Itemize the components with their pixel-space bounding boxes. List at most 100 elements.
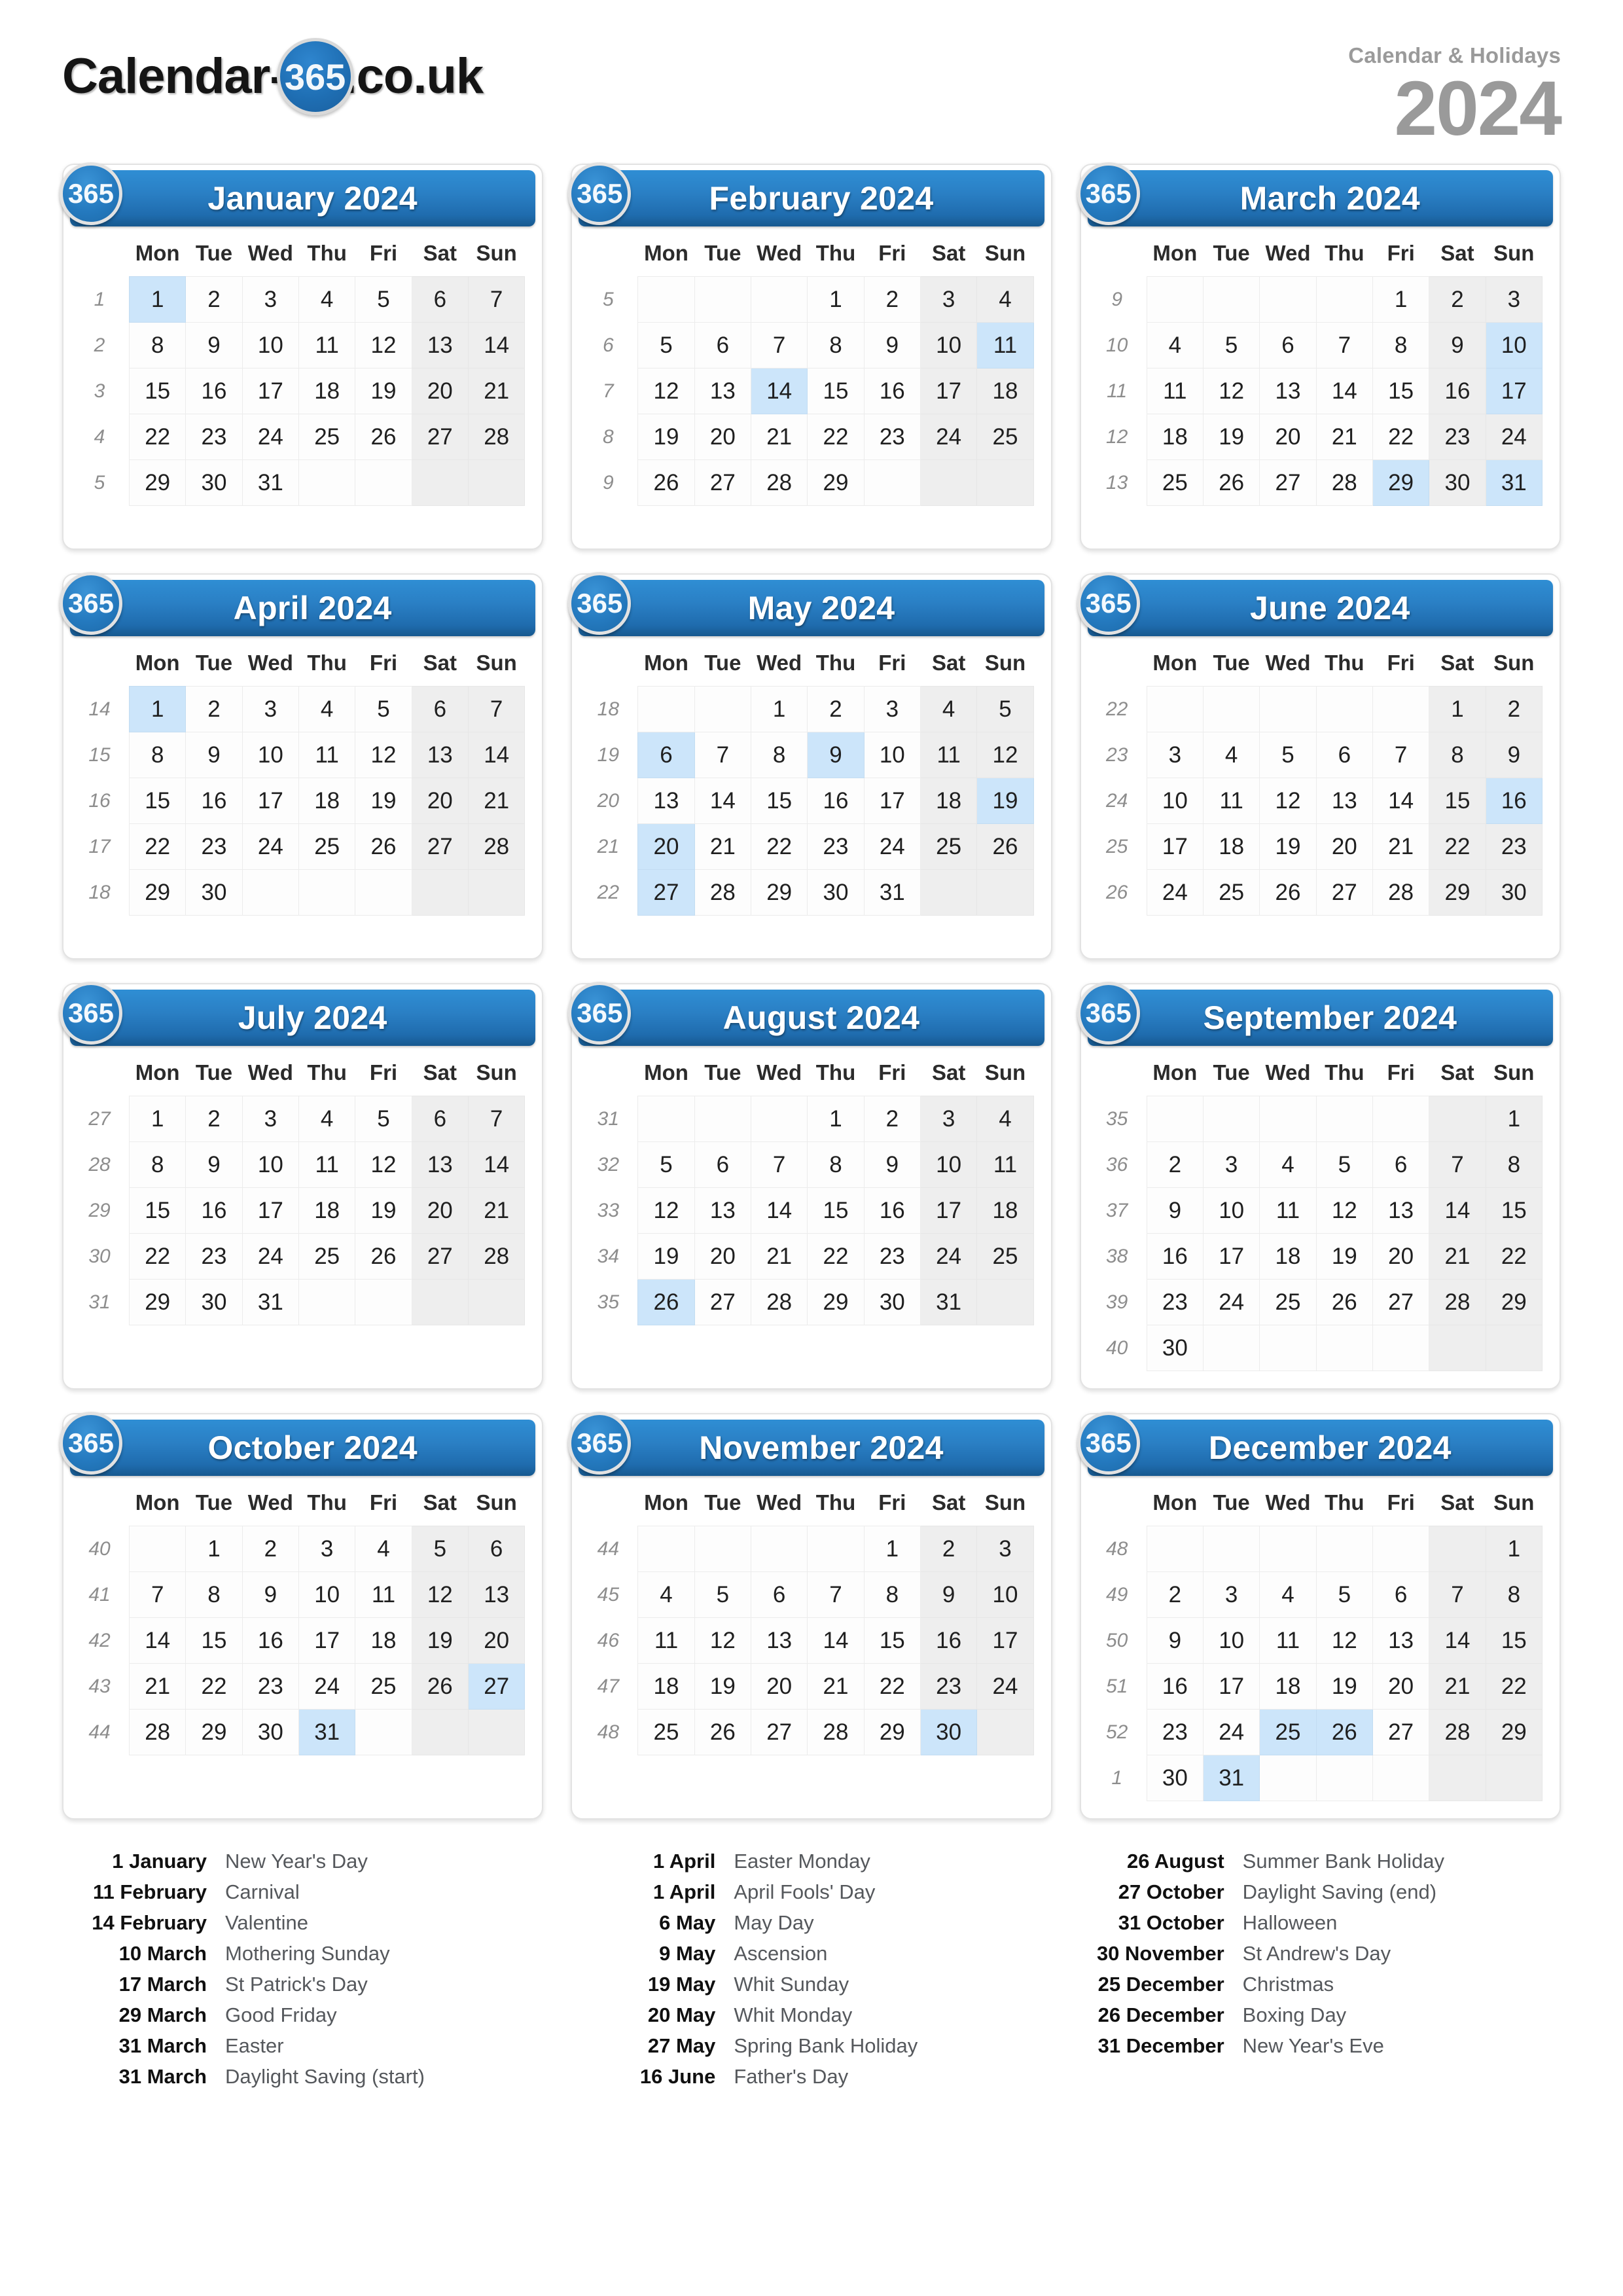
day-cell[interactable]: 20 bbox=[750, 1663, 808, 1710]
day-cell[interactable]: 19 bbox=[1315, 1233, 1373, 1280]
day-cell[interactable]: 25 bbox=[919, 823, 978, 870]
day-cell[interactable]: 4 bbox=[1146, 322, 1204, 368]
day-cell[interactable]: 26 bbox=[1202, 459, 1260, 506]
day-cell[interactable]: 10 bbox=[1202, 1187, 1260, 1234]
day-cell[interactable]: 2 bbox=[1429, 276, 1486, 323]
day-cell[interactable]: 26 bbox=[637, 1279, 695, 1325]
day-cell[interactable]: 6 bbox=[694, 322, 752, 368]
day-cell[interactable]: 11 bbox=[355, 1571, 412, 1618]
day-cell[interactable]: 4 bbox=[1259, 1571, 1317, 1618]
day-cell[interactable]: 12 bbox=[637, 1187, 695, 1234]
day-cell[interactable]: 20 bbox=[411, 778, 469, 824]
day-cell[interactable]: 3 bbox=[1202, 1141, 1260, 1188]
day-cell[interactable]: 19 bbox=[355, 1187, 412, 1234]
day-cell[interactable]: 27 bbox=[694, 1279, 752, 1325]
day-cell[interactable]: 13 bbox=[1372, 1187, 1430, 1234]
day-cell[interactable]: 18 bbox=[355, 1617, 412, 1664]
day-cell[interactable]: 1 bbox=[1485, 1526, 1543, 1572]
day-cell[interactable]: 24 bbox=[863, 823, 921, 870]
day-cell[interactable]: 24 bbox=[241, 414, 300, 460]
day-cell[interactable]: 24 bbox=[241, 823, 300, 870]
day-cell[interactable]: 25 bbox=[976, 1233, 1034, 1280]
day-cell[interactable]: 8 bbox=[863, 1571, 921, 1618]
day-cell[interactable]: 21 bbox=[750, 414, 808, 460]
day-cell[interactable]: 7 bbox=[1372, 732, 1430, 778]
day-cell[interactable]: 26 bbox=[1259, 869, 1317, 916]
day-cell[interactable]: 14 bbox=[1429, 1187, 1486, 1234]
day-cell[interactable]: 29 bbox=[1372, 459, 1430, 506]
day-cell[interactable]: 26 bbox=[1315, 1709, 1373, 1755]
day-cell[interactable]: 2 bbox=[1146, 1571, 1204, 1618]
day-cell[interactable]: 14 bbox=[807, 1617, 865, 1664]
day-cell[interactable]: 27 bbox=[1372, 1279, 1430, 1325]
day-cell[interactable]: 8 bbox=[129, 1141, 187, 1188]
day-cell[interactable]: 7 bbox=[467, 686, 526, 732]
day-cell[interactable]: 19 bbox=[411, 1617, 469, 1664]
day-cell[interactable]: 13 bbox=[411, 322, 469, 368]
day-cell[interactable]: 11 bbox=[976, 322, 1034, 368]
day-cell[interactable]: 23 bbox=[807, 823, 865, 870]
day-cell[interactable]: 21 bbox=[467, 368, 526, 414]
day-cell[interactable]: 23 bbox=[1485, 823, 1543, 870]
day-cell[interactable]: 16 bbox=[1485, 778, 1543, 824]
day-cell[interactable]: 2 bbox=[1146, 1141, 1204, 1188]
day-cell[interactable]: 29 bbox=[129, 1279, 187, 1325]
day-cell[interactable]: 27 bbox=[1259, 459, 1317, 506]
day-cell[interactable]: 18 bbox=[976, 1187, 1034, 1234]
day-cell[interactable]: 5 bbox=[355, 1096, 412, 1142]
day-cell[interactable]: 31 bbox=[241, 1279, 300, 1325]
day-cell[interactable]: 7 bbox=[750, 1141, 808, 1188]
day-cell[interactable]: 7 bbox=[750, 322, 808, 368]
day-cell[interactable]: 25 bbox=[298, 414, 356, 460]
day-cell[interactable]: 16 bbox=[1146, 1233, 1204, 1280]
day-cell[interactable]: 25 bbox=[355, 1663, 412, 1710]
day-cell[interactable]: 13 bbox=[1259, 368, 1317, 414]
day-cell[interactable]: 13 bbox=[1315, 778, 1373, 824]
day-cell[interactable]: 6 bbox=[411, 686, 469, 732]
day-cell[interactable]: 7 bbox=[694, 732, 752, 778]
day-cell[interactable]: 3 bbox=[1146, 732, 1204, 778]
day-cell[interactable]: 4 bbox=[919, 686, 978, 732]
day-cell[interactable]: 21 bbox=[807, 1663, 865, 1710]
day-cell[interactable]: 16 bbox=[185, 778, 243, 824]
day-cell[interactable]: 21 bbox=[1372, 823, 1430, 870]
day-cell[interactable]: 25 bbox=[1202, 869, 1260, 916]
day-cell[interactable]: 15 bbox=[185, 1617, 243, 1664]
day-cell[interactable]: 1 bbox=[750, 686, 808, 732]
day-cell[interactable]: 26 bbox=[1315, 1279, 1373, 1325]
day-cell[interactable]: 2 bbox=[1485, 686, 1543, 732]
day-cell[interactable]: 1 bbox=[129, 686, 187, 732]
day-cell[interactable]: 21 bbox=[467, 778, 526, 824]
day-cell[interactable]: 20 bbox=[1372, 1663, 1430, 1710]
day-cell[interactable]: 25 bbox=[1146, 459, 1204, 506]
day-cell[interactable]: 17 bbox=[241, 778, 300, 824]
day-cell[interactable]: 25 bbox=[298, 1233, 356, 1280]
day-cell[interactable]: 15 bbox=[129, 368, 187, 414]
day-cell[interactable]: 22 bbox=[750, 823, 808, 870]
day-cell[interactable]: 15 bbox=[1429, 778, 1486, 824]
day-cell[interactable]: 12 bbox=[355, 322, 412, 368]
day-cell[interactable]: 13 bbox=[411, 732, 469, 778]
day-cell[interactable]: 25 bbox=[1259, 1279, 1317, 1325]
day-cell[interactable]: 6 bbox=[1315, 732, 1373, 778]
day-cell[interactable]: 2 bbox=[863, 1096, 921, 1142]
day-cell[interactable]: 2 bbox=[185, 686, 243, 732]
day-cell[interactable]: 4 bbox=[637, 1571, 695, 1618]
day-cell[interactable]: 10 bbox=[241, 1141, 300, 1188]
day-cell[interactable]: 5 bbox=[1202, 322, 1260, 368]
day-cell[interactable]: 20 bbox=[1259, 414, 1317, 460]
day-cell[interactable]: 15 bbox=[1485, 1187, 1543, 1234]
day-cell[interactable]: 11 bbox=[976, 1141, 1034, 1188]
day-cell[interactable]: 13 bbox=[467, 1571, 526, 1618]
day-cell[interactable]: 15 bbox=[129, 778, 187, 824]
day-cell[interactable]: 24 bbox=[976, 1663, 1034, 1710]
day-cell[interactable]: 29 bbox=[185, 1709, 243, 1755]
day-cell[interactable]: 19 bbox=[355, 778, 412, 824]
day-cell[interactable]: 19 bbox=[355, 368, 412, 414]
day-cell[interactable]: 16 bbox=[1429, 368, 1486, 414]
day-cell[interactable]: 15 bbox=[807, 1187, 865, 1234]
day-cell[interactable]: 30 bbox=[185, 1279, 243, 1325]
day-cell[interactable]: 18 bbox=[298, 1187, 356, 1234]
day-cell[interactable]: 6 bbox=[411, 276, 469, 323]
day-cell[interactable]: 12 bbox=[1315, 1187, 1373, 1234]
